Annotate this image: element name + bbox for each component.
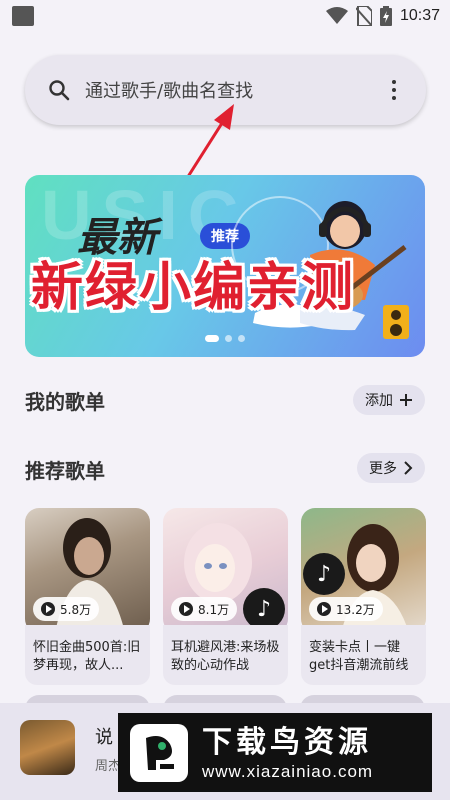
play-count: 5.8万 bbox=[33, 597, 100, 621]
play-icon bbox=[179, 602, 193, 616]
playlist-cover: ♪ 8.1万 bbox=[163, 508, 288, 633]
now-playing-cover bbox=[20, 720, 75, 775]
battery-icon bbox=[379, 6, 392, 26]
playlist-title: 怀旧金曲500首:旧梦再现，故人... bbox=[25, 625, 150, 685]
play-count: 8.1万 bbox=[171, 597, 238, 621]
status-time: 10:37 bbox=[399, 7, 440, 24]
search-icon bbox=[49, 80, 70, 101]
more-vert-icon[interactable] bbox=[384, 80, 404, 100]
watermark-title: 下载鸟资源 bbox=[202, 724, 372, 760]
playlist-card[interactable]: ♪ 8.1万 耳机避风港:来场极致的心动作战 bbox=[163, 508, 288, 685]
more-button[interactable]: 更多 bbox=[357, 453, 425, 483]
plus-icon bbox=[400, 394, 412, 406]
play-icon bbox=[317, 602, 331, 616]
status-bar: 10:37 bbox=[0, 0, 450, 32]
playlist-card[interactable]: 5.8万 怀旧金曲500首:旧梦再现，故人... bbox=[25, 508, 150, 685]
recommended-title: 推荐歌单 bbox=[25, 459, 105, 483]
more-label: 更多 bbox=[369, 461, 397, 477]
playlist-card[interactable]: ♪ 13.2万 变装卡点丨一键get抖音潮流前线 bbox=[301, 508, 426, 685]
bird-logo-icon bbox=[130, 723, 188, 782]
notification-icon bbox=[12, 6, 34, 26]
play-count-value: 5.8万 bbox=[60, 602, 92, 617]
status-icons: 10:37 bbox=[325, 4, 440, 28]
banner-overlay-text: 新绿小编亲测 bbox=[31, 258, 356, 318]
playlist-title: 变装卡点丨一键get抖音潮流前线 bbox=[301, 625, 426, 685]
watermark-url: www.xiazainiao.com bbox=[202, 761, 374, 781]
tiktok-icon: ♪ bbox=[243, 588, 285, 630]
playlist-cover: ♪ 13.2万 bbox=[301, 508, 426, 633]
promo-banner[interactable]: USIC 最新 推荐 新绿小编亲测 bbox=[25, 175, 425, 357]
playlist-cover: 5.8万 bbox=[25, 508, 150, 633]
tiktok-icon: ♪ bbox=[303, 553, 345, 595]
playlist-title: 耳机避风港:来场极致的心动作战 bbox=[163, 625, 288, 685]
chevron-right-icon bbox=[404, 461, 413, 475]
add-label: 添加 bbox=[365, 393, 393, 409]
play-count: 13.2万 bbox=[309, 597, 383, 621]
play-count-value: 8.1万 bbox=[198, 602, 230, 617]
now-playing-title: 说 bbox=[95, 727, 113, 748]
recommended-cards: 5.8万 怀旧金曲500首:旧梦再现，故人... ♪ 8.1万 耳机避风港:来场… bbox=[25, 508, 426, 685]
play-icon bbox=[41, 602, 55, 616]
add-playlist-button[interactable]: 添加 bbox=[353, 385, 425, 415]
watermark: 下载鸟资源 www.xiazainiao.com bbox=[118, 713, 432, 792]
play-count-value: 13.2万 bbox=[336, 602, 375, 617]
my-playlists-title: 我的歌单 bbox=[25, 390, 105, 414]
banner-pagination bbox=[205, 335, 245, 342]
wifi-icon bbox=[325, 7, 348, 24]
no-sim-icon bbox=[355, 6, 372, 26]
